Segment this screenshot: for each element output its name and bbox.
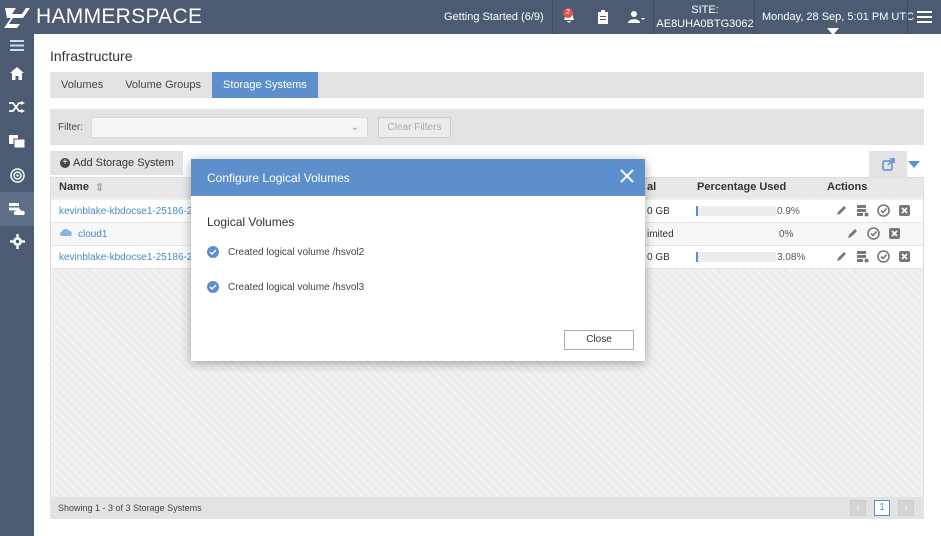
usage-bar (696, 206, 776, 216)
export-button[interactable] (869, 151, 907, 177)
pencil-icon[interactable] (835, 250, 848, 263)
clipboard-icon[interactable] (597, 0, 609, 34)
hammerspace-logo-icon (4, 8, 30, 28)
status-line: Created logical volume /hsvol2 (207, 245, 364, 259)
row-actions (835, 204, 911, 217)
database-gear-icon[interactable] (856, 204, 869, 217)
usage-percent: 0.9% (777, 206, 800, 217)
status-line: Created logical volume /hsvol3 (207, 280, 364, 294)
site-id: AE8UHA0BTG3062 (656, 18, 754, 30)
close-icon[interactable] (618, 167, 636, 185)
total-capacity: 0 GB (647, 252, 670, 263)
chevron-down-icon: ⌄ (350, 122, 359, 133)
row-actions (846, 227, 901, 240)
page-title: Infrastructure (50, 48, 133, 64)
top-bar: HAMMERSPACE Getting Started (6/9) 2 SITE… (0, 0, 941, 35)
divider (907, 0, 908, 34)
home-icon[interactable] (0, 56, 34, 90)
app-name: HAMMERSPACE (36, 5, 203, 28)
notification-badge: 2 (563, 8, 573, 18)
sidebar (0, 34, 34, 536)
row-actions (835, 250, 911, 263)
getting-started-link[interactable]: Getting Started (6/9) (444, 0, 544, 34)
column-header-name[interactable]: Name (59, 181, 89, 193)
divider (653, 0, 654, 34)
delete-icon[interactable] (888, 227, 901, 240)
record-count: Showing 1 - 3 of 3 Storage Systems (58, 503, 202, 513)
shuffle-icon[interactable] (0, 90, 34, 124)
storage-system-name[interactable]: kevinblake-kbdocse1-25186-2 (59, 252, 192, 263)
user-menu-icon[interactable] (628, 0, 646, 34)
external-link-icon (881, 157, 895, 171)
total-capacity: imited (647, 229, 674, 240)
status-text: Created logical volume /hsvol3 (228, 281, 365, 293)
check-circle-icon[interactable] (867, 227, 880, 240)
add-storage-system-label: Add Storage System (73, 157, 174, 169)
pencil-icon[interactable] (846, 227, 859, 240)
logo[interactable]: HAMMERSPACE (2, 4, 202, 30)
next-page-button[interactable]: › (898, 500, 914, 516)
divider (754, 0, 755, 34)
prev-page-button[interactable]: ‹ (850, 500, 866, 516)
table-footer: Showing 1 - 3 of 3 Storage Systems ‹ 1 › (50, 497, 924, 519)
configure-logical-volumes-dialog: Configure Logical Volumes Logical Volume… (191, 159, 645, 361)
status-text: Created logical volume /hsvol2 (228, 246, 365, 258)
delete-icon[interactable] (898, 250, 911, 263)
filter-label: Filter: (58, 122, 83, 133)
dialog-title: Configure Logical Volumes (207, 171, 350, 185)
close-button[interactable]: Close (564, 330, 634, 350)
column-header-percentage-used[interactable]: Percentage Used (697, 181, 786, 193)
caret-down-icon[interactable] (908, 159, 920, 171)
plus-circle-icon: + (60, 158, 70, 168)
sort-icon[interactable]: ⇕ (95, 181, 104, 194)
total-capacity: 0 GB (647, 206, 670, 217)
check-circle-icon[interactable] (877, 204, 890, 217)
usage-percent: 3.08% (777, 252, 806, 263)
files-icon[interactable] (0, 124, 34, 158)
tab-bar: Volumes Volume Groups Storage Systems (50, 72, 924, 98)
check-icon (207, 281, 219, 293)
column-header-total[interactable]: al (647, 181, 656, 193)
add-storage-system-button[interactable]: + Add Storage System (50, 151, 183, 175)
hamburger-menu-icon[interactable] (917, 0, 932, 34)
usage-bar-fill (696, 206, 699, 216)
storage-system-name[interactable]: cloud1 (78, 229, 107, 240)
filter-bar: Filter: ⌄ Clear Filters (50, 109, 924, 145)
cloud-icon (59, 227, 73, 240)
divider (552, 0, 553, 34)
target-icon[interactable] (0, 158, 34, 192)
usage-bar (696, 252, 776, 262)
usage-bar-fill (696, 252, 699, 262)
clear-filters-button[interactable]: Clear Filters (378, 117, 451, 138)
usage-percent: 0% (779, 229, 794, 240)
storage-systems-icon[interactable] (0, 192, 34, 226)
database-gear-icon[interactable] (856, 250, 869, 263)
check-circle-icon[interactable] (877, 250, 890, 263)
dialog-subtitle: Logical Volumes (207, 215, 295, 229)
delete-icon[interactable] (898, 204, 911, 217)
tab-volume-groups[interactable]: Volume Groups (114, 72, 212, 98)
tab-volumes[interactable]: Volumes (50, 72, 114, 98)
dialog-header: Configure Logical Volumes (191, 159, 645, 196)
gear-icon[interactable] (0, 224, 34, 258)
pencil-icon[interactable] (835, 204, 848, 217)
site-info: SITE: AE8UHA0BTG3062 (656, 0, 753, 34)
check-icon (207, 246, 219, 258)
filter-select[interactable]: ⌄ (91, 117, 368, 138)
site-label: SITE: (691, 4, 719, 16)
current-page[interactable]: 1 (874, 500, 890, 516)
storage-system-name[interactable]: kevinblake-kbdocse1-25186-2 (59, 206, 192, 217)
tab-storage-systems[interactable]: Storage Systems (212, 72, 318, 98)
column-header-actions: Actions (827, 181, 868, 193)
